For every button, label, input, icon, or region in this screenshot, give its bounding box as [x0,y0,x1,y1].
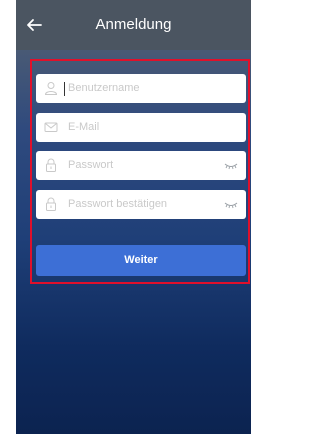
registration-form: Benutzername E-Mail Passwort Passwort be… [30,59,250,284]
eye-closed-icon[interactable] [224,201,238,209]
page-title: Anmeldung [95,16,172,33]
username-field[interactable]: Benutzername [36,74,246,103]
email-field[interactable]: E-Mail [36,113,246,142]
envelope-icon [44,122,58,132]
text-cursor [64,82,65,96]
app-screen: Anmeldung Benutzername E-Mail Passwort P… [16,0,251,434]
lock-icon [46,197,56,211]
password-placeholder: Passwort [68,159,114,171]
confirm-password-placeholder: Passwort bestätigen [68,198,168,210]
confirm-password-field[interactable]: Passwort bestätigen [36,190,246,219]
eye-closed-icon[interactable] [224,162,238,170]
top-bar: Anmeldung [16,0,251,50]
username-placeholder: Benutzername [68,82,140,94]
password-field[interactable]: Passwort [36,151,246,180]
continue-button[interactable]: Weiter [36,245,246,276]
lock-icon [46,158,56,172]
user-icon [44,82,58,95]
email-placeholder: E-Mail [68,121,100,133]
